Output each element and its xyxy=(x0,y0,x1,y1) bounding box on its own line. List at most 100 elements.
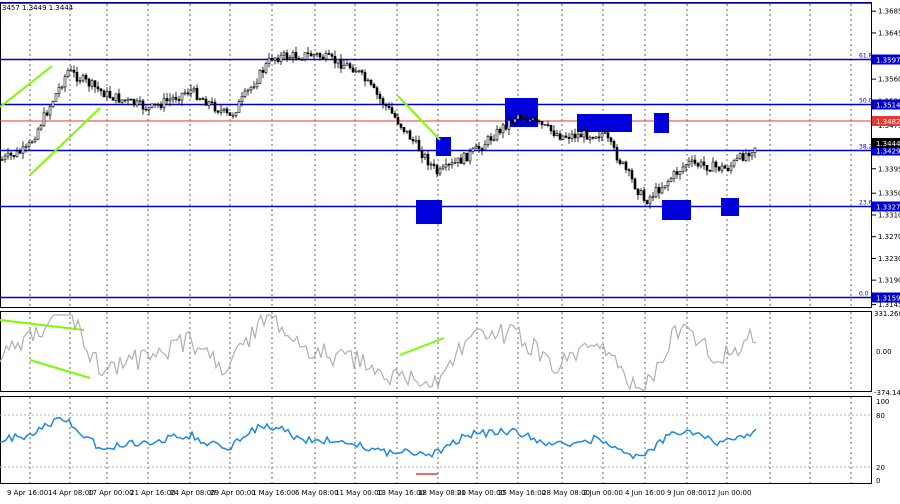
candle-body xyxy=(111,97,115,101)
date-tick-label: 25 May 16:00 xyxy=(498,489,546,497)
candle-body xyxy=(309,53,313,57)
candle-body xyxy=(573,133,577,139)
forex-chart[interactable]: 61.850.038.223.60.0 3457 1.3449 1.3444 1… xyxy=(0,0,900,500)
candle-body xyxy=(0,159,4,162)
price-tick-label: 1.3230 xyxy=(878,255,900,263)
candle-body xyxy=(147,106,151,111)
cci-bottom-label: -374.144 xyxy=(874,389,900,397)
zone-box[interactable] xyxy=(577,114,632,132)
date-tick-label: 17 Apr 00:00 xyxy=(88,489,134,497)
date-tick-label: 6 May 08:00 xyxy=(295,489,339,497)
candle-body xyxy=(570,133,574,139)
candle-body xyxy=(657,187,661,194)
candle-body xyxy=(393,113,397,118)
candle-body xyxy=(93,80,97,88)
candle-body xyxy=(633,178,637,190)
candle-body xyxy=(699,161,703,167)
candle-body xyxy=(546,124,550,126)
candle-body xyxy=(381,98,385,105)
candle-body xyxy=(201,98,205,100)
candle-body xyxy=(126,98,130,102)
candle-body xyxy=(54,93,58,102)
candle-body xyxy=(117,93,121,103)
zone-box[interactable] xyxy=(721,198,739,216)
candle-body xyxy=(258,70,262,84)
candle-body xyxy=(480,148,484,151)
rsi-20-label: 20 xyxy=(876,464,885,472)
candle-body xyxy=(531,118,535,121)
candle-body xyxy=(687,161,691,166)
candle-body xyxy=(507,120,511,130)
candle-body xyxy=(45,112,49,116)
candle-body xyxy=(675,171,679,175)
candle-body xyxy=(750,152,754,157)
candle-body xyxy=(318,53,322,58)
candle-body xyxy=(285,52,289,60)
chart-window[interactable]: 61.8 50.0 38.2 23.6 0.0 3457 1.3449 1.34… xyxy=(0,0,900,500)
candle-body xyxy=(615,147,619,161)
candle-body xyxy=(474,145,478,149)
candle-body xyxy=(180,92,184,101)
candle-body xyxy=(360,70,364,73)
candle-body xyxy=(432,163,436,166)
date-tick-label: 2 Jun 00:00 xyxy=(583,489,623,497)
candle-body xyxy=(24,146,28,148)
candle-body xyxy=(150,103,154,108)
candle-body xyxy=(693,159,697,164)
zone-box[interactable] xyxy=(654,113,669,133)
candle-body xyxy=(441,166,445,170)
zone-box[interactable] xyxy=(436,137,451,156)
zone-box[interactable] xyxy=(416,200,442,224)
candle-body xyxy=(414,139,418,142)
highlight-price-labels: 1.3482 1.3444 xyxy=(872,116,900,148)
candle-body xyxy=(276,57,280,62)
candle-body xyxy=(498,128,502,134)
date-tick-label: 11 May 00:00 xyxy=(335,489,383,497)
candle-body xyxy=(645,200,649,205)
candle-body xyxy=(288,57,292,60)
candle-body xyxy=(228,112,232,116)
candle-body xyxy=(417,139,421,152)
candle-body xyxy=(753,147,757,154)
candle-body xyxy=(165,98,169,102)
level-price-label: 1.3327 xyxy=(876,204,900,212)
candle-body xyxy=(84,75,88,80)
cci-axis: 331.2603 0.00 -374.144 xyxy=(874,310,900,397)
candle-body xyxy=(120,99,124,103)
candle-body xyxy=(237,101,241,113)
candle-body xyxy=(216,110,220,113)
candle-body xyxy=(354,70,358,73)
zone-box[interactable] xyxy=(662,200,691,220)
candle-body xyxy=(636,188,640,196)
candle-body xyxy=(612,141,616,148)
candle-body xyxy=(603,132,607,134)
candle-body xyxy=(282,52,286,56)
candle-body xyxy=(159,104,163,109)
cci-zero-label: 0.00 xyxy=(876,348,892,356)
candle-body xyxy=(492,139,496,142)
candle-body xyxy=(705,165,709,171)
rsi-axis: 100 80 20 0 xyxy=(876,398,889,485)
candle-body xyxy=(741,153,745,161)
rsi-0-label: 0 xyxy=(876,477,880,485)
candle-body xyxy=(453,162,457,164)
candle-body xyxy=(72,69,76,73)
price-tick-label: 1.3395 xyxy=(878,165,900,173)
candle-body xyxy=(108,91,112,98)
candle-body xyxy=(618,159,622,164)
candle-body xyxy=(267,57,271,64)
candle-body xyxy=(660,187,664,194)
candle-body xyxy=(156,104,160,106)
candle-body xyxy=(270,57,274,61)
candle-body xyxy=(696,163,700,167)
candle-body xyxy=(525,118,529,123)
fib-level-percent: 0.0 xyxy=(859,291,869,298)
candle-body xyxy=(522,118,526,120)
date-tick-label: 9 Jun 08:00 xyxy=(667,489,707,497)
candle-body xyxy=(495,128,499,141)
candle-body xyxy=(477,145,481,149)
candle-body xyxy=(681,166,685,172)
candle-body xyxy=(39,125,43,130)
candle-body xyxy=(213,101,217,112)
candle-body xyxy=(321,56,325,60)
